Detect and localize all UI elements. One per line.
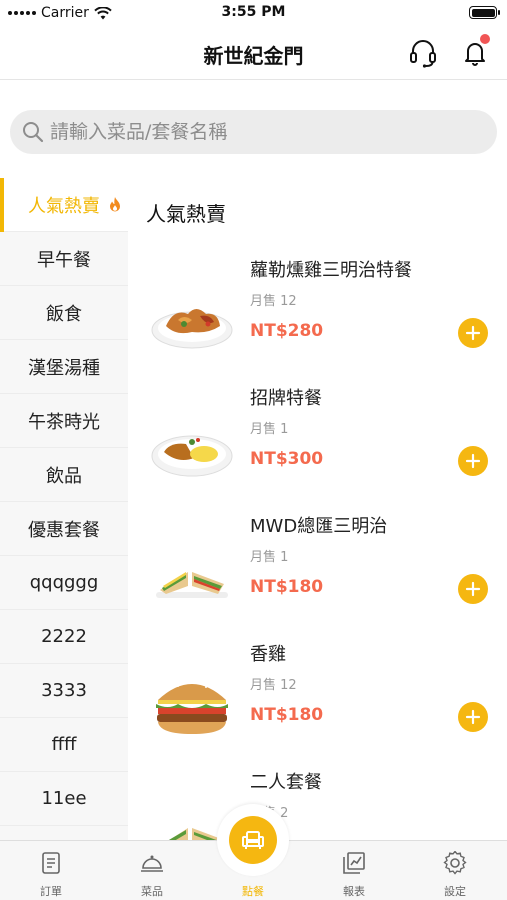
add-to-cart-button[interactable] <box>458 446 488 476</box>
chart-icon <box>343 852 365 874</box>
notification-badge <box>480 34 490 44</box>
gear-icon <box>443 851 467 875</box>
product-sales: 月售 1 <box>250 422 289 437</box>
tab-orders[interactable]: 訂單 <box>11 841 91 900</box>
product-item[interactable]: 蘿勒燻雞三明治特餐 月售 12 NT$280 <box>128 256 507 384</box>
category-item-brunch[interactable]: 早午餐 <box>0 232 128 286</box>
tab-label: 設定 <box>444 885 466 898</box>
cloche-icon <box>141 855 163 872</box>
status-bar: Carrier 3:55 PM <box>0 0 507 26</box>
category-item-popular[interactable]: 人氣熱賣 <box>0 178 128 232</box>
category-item-3333[interactable]: 3333 <box>0 664 128 718</box>
product-name: 招牌特餐 <box>250 388 322 409</box>
category-label: 2222 <box>41 626 87 647</box>
plus-icon <box>465 453 481 469</box>
search-bar[interactable] <box>10 110 497 154</box>
category-label: 早午餐 <box>37 249 91 271</box>
category-label: 優惠套餐 <box>28 519 100 541</box>
category-item-drinks[interactable]: 飲品 <box>0 448 128 502</box>
category-item-qqqggg[interactable]: qqqggg <box>0 556 128 610</box>
section-title: 人氣熱賣 <box>146 202 226 226</box>
product-name: 二人套餐 <box>250 772 322 793</box>
category-label: 午茶時光 <box>28 411 100 433</box>
product-name: MWD總匯三明治 <box>250 516 388 537</box>
category-label: ffff <box>51 734 77 755</box>
product-image <box>156 682 228 734</box>
category-item-rice[interactable]: 飯食 <box>0 286 128 340</box>
nav-bar: 新世紀金門 <box>0 26 507 80</box>
product-sales: 月售 12 <box>250 678 297 693</box>
add-to-cart-button[interactable] <box>458 318 488 348</box>
product-name: 香雞 <box>250 644 286 665</box>
category-label: 漢堡湯種 <box>28 357 100 379</box>
tab-label: 報表 <box>343 885 365 898</box>
armchair-icon <box>242 831 264 849</box>
add-to-cart-button[interactable] <box>458 574 488 604</box>
product-sales: 月售 1 <box>250 550 289 565</box>
app-screen: Carrier 3:55 PM 新世紀金門 請輸入菜品/套餐名稱 人氣熱賣 早午… <box>0 0 507 900</box>
category-item-2222[interactable]: 2222 <box>0 610 128 664</box>
status-time: 3:55 PM <box>221 4 286 20</box>
plus-icon <box>465 325 481 341</box>
category-label: 人氣熱賣 <box>28 195 100 217</box>
product-price: NT$180 <box>250 577 324 597</box>
category-item-burger-soup[interactable]: 漢堡湯種 <box>0 340 128 394</box>
product-sales: 月售 12 <box>250 294 297 309</box>
category-item-ffff[interactable]: ffff <box>0 718 128 772</box>
product-item[interactable]: 二人套餐 月售 2 <box>128 768 507 840</box>
category-item-afternoon-tea[interactable]: 午茶時光 <box>0 394 128 448</box>
plus-icon <box>465 581 481 597</box>
document-icon <box>42 852 60 874</box>
product-price: NT$300 <box>250 449 324 469</box>
category-label: 3333 <box>41 680 87 701</box>
search-icon <box>23 122 44 143</box>
tab-dishes[interactable]: 菜品 <box>112 841 192 900</box>
battery-icon <box>469 6 500 19</box>
product-price: NT$180 <box>250 705 324 725</box>
category-label: 11ee <box>41 788 87 809</box>
tab-label: 點餐 <box>242 885 264 898</box>
product-image <box>151 309 233 349</box>
product-image <box>156 572 228 598</box>
order-food-button[interactable] <box>229 816 277 864</box>
category-label: 飯食 <box>46 303 82 325</box>
add-to-cart-button[interactable] <box>458 702 488 732</box>
category-item-combo-deals[interactable]: 優惠套餐 <box>0 502 128 556</box>
tab-settings[interactable]: 設定 <box>415 841 495 900</box>
category-item-11ee[interactable]: 11ee <box>0 772 128 826</box>
product-item[interactable]: 招牌特餐 月售 1 NT$300 <box>128 384 507 512</box>
category-label: 飲品 <box>46 465 82 487</box>
search-input[interactable] <box>50 121 470 143</box>
product-image <box>151 435 233 477</box>
plus-icon <box>465 709 481 725</box>
tab-label: 菜品 <box>141 885 163 898</box>
tab-label: 訂單 <box>40 885 62 898</box>
product-name: 蘿勒燻雞三明治特餐 <box>250 260 412 281</box>
product-price: NT$280 <box>250 321 324 341</box>
product-item[interactable]: 香雞 月售 12 NT$180 <box>128 640 507 768</box>
headset-icon[interactable] <box>406 36 440 70</box>
product-list: 人氣熱賣 蘿勒燻雞三明治特餐 月售 12 NT$280 招牌特餐 月售 1 NT… <box>128 178 507 840</box>
category-sidebar: 人氣熱賣 早午餐 飯食 漢堡湯種 午茶時光 飲品 優惠套餐 qqqggg 222… <box>0 178 128 840</box>
product-item[interactable]: MWD總匯三明治 月售 1 NT$180 <box>128 512 507 640</box>
category-label: qqqggg <box>29 572 99 593</box>
fire-icon <box>110 197 120 212</box>
tab-reports[interactable]: 報表 <box>314 841 394 900</box>
bell-icon[interactable] <box>458 34 492 70</box>
